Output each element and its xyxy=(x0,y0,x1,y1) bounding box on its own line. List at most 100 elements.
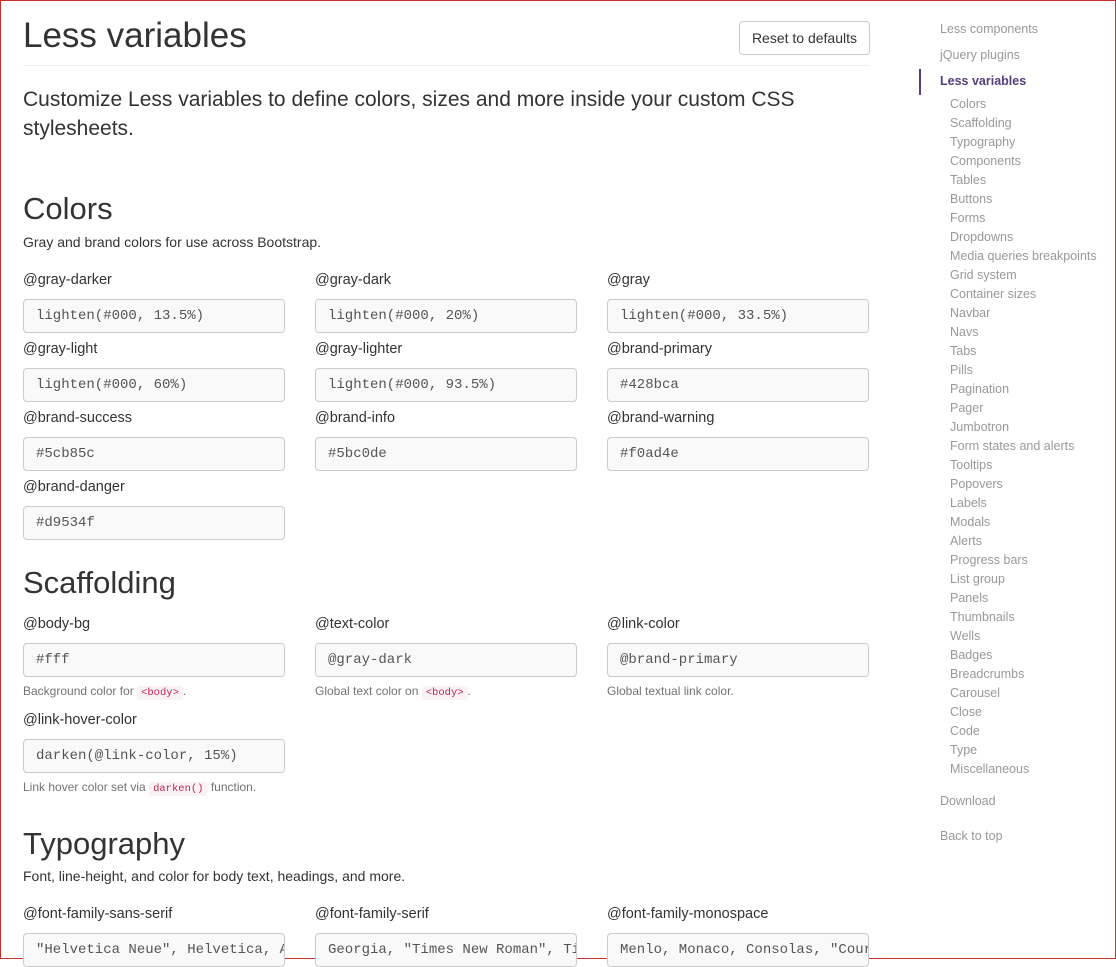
sidebar-subitem[interactable]: List group xyxy=(950,572,1005,586)
variable-input[interactable]: darken(@link-color, 15%) xyxy=(23,739,285,773)
sidebar-subitem[interactable]: Pagination xyxy=(950,382,1009,396)
variable-label: @brand-primary xyxy=(607,341,712,357)
help-text: Background color for <body>. xyxy=(23,684,187,700)
sidebar-item-less-variables[interactable]: Less variables xyxy=(940,74,1026,88)
variable-input[interactable]: #f0ad4e xyxy=(607,437,869,471)
sidebar-subitem[interactable]: Tabs xyxy=(950,344,976,358)
page-title: Less variables xyxy=(23,16,247,55)
variable-input[interactable]: Menlo, Monaco, Consolas, "Courier New", … xyxy=(607,933,869,967)
variable-input[interactable]: lighten(#000, 93.5%) xyxy=(315,368,577,402)
variable-field: @text-color @gray-dark Global text color… xyxy=(315,616,577,700)
section-title-colors: Colors xyxy=(23,191,113,226)
variable-field: @brand-warning #f0ad4e xyxy=(607,410,869,471)
variable-input[interactable]: lighten(#000, 20%) xyxy=(315,299,577,333)
variable-label: @font-family-monospace xyxy=(607,906,769,922)
sidebar-subitem[interactable]: Colors xyxy=(950,97,986,111)
sidebar-subitem[interactable]: Forms xyxy=(950,211,985,225)
help-text: Global textual link color. xyxy=(607,684,734,698)
sidebar-subitem[interactable]: Carousel xyxy=(950,686,1000,700)
variable-input[interactable]: lighten(#000, 33.5%) xyxy=(607,299,869,333)
sidebar-subitem[interactable]: Miscellaneous xyxy=(950,762,1029,776)
section-desc-typography: Font, line-height, and color for body te… xyxy=(23,868,406,884)
sidebar-subitem[interactable]: Modals xyxy=(950,515,990,529)
variable-field: @font-family-serif Georgia, "Times New R… xyxy=(315,906,577,967)
sidebar-item-less-components[interactable]: Less components xyxy=(940,22,1038,36)
sidebar-subitem[interactable]: Alerts xyxy=(950,534,982,548)
variable-input[interactable]: "Helvetica Neue", Helvetica, Arial, sans… xyxy=(23,933,285,967)
sidebar-subitem[interactable]: Tooltips xyxy=(950,458,992,472)
sidebar-subitem[interactable]: Grid system xyxy=(950,268,1017,282)
reset-to-defaults-button[interactable]: Reset to defaults xyxy=(738,21,870,55)
sidebar-subitem[interactable]: Thumbnails xyxy=(950,610,1015,624)
variable-field: @gray-lighter lighten(#000, 93.5%) xyxy=(315,341,577,402)
sidebar-subitem[interactable]: Popovers xyxy=(950,477,1003,491)
variable-field: @body-bg #fff Background color for <body… xyxy=(23,616,285,700)
sidebar-subitem[interactable]: Navs xyxy=(950,325,978,339)
sidebar-subitem[interactable]: Buttons xyxy=(950,192,992,206)
variable-label: @gray-lighter xyxy=(315,341,403,357)
sidebar-subitem[interactable]: Progress bars xyxy=(950,553,1028,567)
sidebar-item-jquery-plugins[interactable]: jQuery plugins xyxy=(940,48,1020,62)
lead-text: Customize Less variables to define color… xyxy=(23,88,795,140)
variable-input[interactable]: @brand-primary xyxy=(607,643,869,677)
sidebar-subitem[interactable]: Scaffolding xyxy=(950,116,1012,130)
sidebar-subitem[interactable]: Components xyxy=(950,154,1021,168)
sidebar-subitem[interactable]: Container sizes xyxy=(950,287,1036,301)
variable-input[interactable]: lighten(#000, 60%) xyxy=(23,368,285,402)
help-text: Global text color on <body>. xyxy=(315,684,471,700)
section-desc-colors: Gray and brand colors for use across Boo… xyxy=(23,234,322,250)
variable-label: @link-color xyxy=(607,616,680,632)
variable-label: @brand-warning xyxy=(607,410,715,426)
variable-field: @link-hover-color darken(@link-color, 15… xyxy=(23,712,285,796)
variable-input[interactable]: @gray-dark xyxy=(315,643,577,677)
variable-field: @brand-primary #428bca xyxy=(607,341,869,402)
active-indicator xyxy=(919,69,921,95)
sidebar-subitem[interactable]: Type xyxy=(950,743,977,757)
variable-label: @gray xyxy=(607,272,650,288)
sidebar-subitem[interactable]: Typography xyxy=(950,135,1015,149)
variable-label: @brand-info xyxy=(315,410,396,426)
sidebar-subitem[interactable]: Panels xyxy=(950,591,988,605)
sidebar-subitem[interactable]: Wells xyxy=(950,629,980,643)
variable-input[interactable]: #5bc0de xyxy=(315,437,577,471)
sidebar-subitem[interactable]: Dropdowns xyxy=(950,230,1013,244)
variable-input[interactable]: lighten(#000, 13.5%) xyxy=(23,299,285,333)
variable-field: @gray-light lighten(#000, 60%) xyxy=(23,341,285,402)
sidebar-subitem[interactable]: Navbar xyxy=(950,306,990,320)
section-title-typography: Typography xyxy=(23,826,185,861)
variable-label: @gray-light xyxy=(23,341,98,357)
sidebar-subitem[interactable]: Labels xyxy=(950,496,987,510)
variable-label: @gray-dark xyxy=(315,272,391,288)
variable-input[interactable]: Georgia, "Times New Roman", Times, serif xyxy=(315,933,577,967)
sidebar-subitem[interactable]: Pills xyxy=(950,363,973,377)
page-header: Less variables Reset to defaults xyxy=(23,1,870,66)
sidebar-subitem[interactable]: Media queries breakpoints xyxy=(950,249,1097,263)
help-text: Link hover color set via darken() functi… xyxy=(23,780,257,796)
section-title-scaffolding: Scaffolding xyxy=(23,565,176,600)
variable-input[interactable]: #d9534f xyxy=(23,506,285,540)
back-to-top-link[interactable]: Back to top xyxy=(940,829,1003,843)
sidebar-subitem[interactable]: Tables xyxy=(950,173,986,187)
variable-field: @gray lighten(#000, 33.5%) xyxy=(607,272,869,333)
variable-field: @brand-danger #d9534f xyxy=(23,479,285,540)
variable-input[interactable]: #428bca xyxy=(607,368,869,402)
variable-label: @text-color xyxy=(315,616,390,632)
variable-label: @brand-danger xyxy=(23,479,125,495)
sidebar-subitem[interactable]: Pager xyxy=(950,401,983,415)
variable-label: @font-family-serif xyxy=(315,906,429,922)
variable-input[interactable]: #5cb85c xyxy=(23,437,285,471)
sidebar-subitem[interactable]: Jumbotron xyxy=(950,420,1009,434)
variable-input[interactable]: #fff xyxy=(23,643,285,677)
variable-label: @link-hover-color xyxy=(23,712,137,728)
variable-field: @link-color @brand-primary Global textua… xyxy=(607,616,869,698)
sidebar-subitem[interactable]: Close xyxy=(950,705,982,719)
sidebar-subitem[interactable]: Code xyxy=(950,724,980,738)
variable-field: @font-family-sans-serif "Helvetica Neue"… xyxy=(23,906,285,967)
variable-label: @gray-darker xyxy=(23,272,112,288)
sidebar-subitem[interactable]: Badges xyxy=(950,648,992,662)
sidebar-subitem[interactable]: Form states and alerts xyxy=(950,439,1074,453)
variable-label: @brand-success xyxy=(23,410,133,426)
variable-label: @font-family-sans-serif xyxy=(23,906,173,922)
sidebar-subitem[interactable]: Breadcrumbs xyxy=(950,667,1024,681)
sidebar-item-download[interactable]: Download xyxy=(940,794,996,808)
